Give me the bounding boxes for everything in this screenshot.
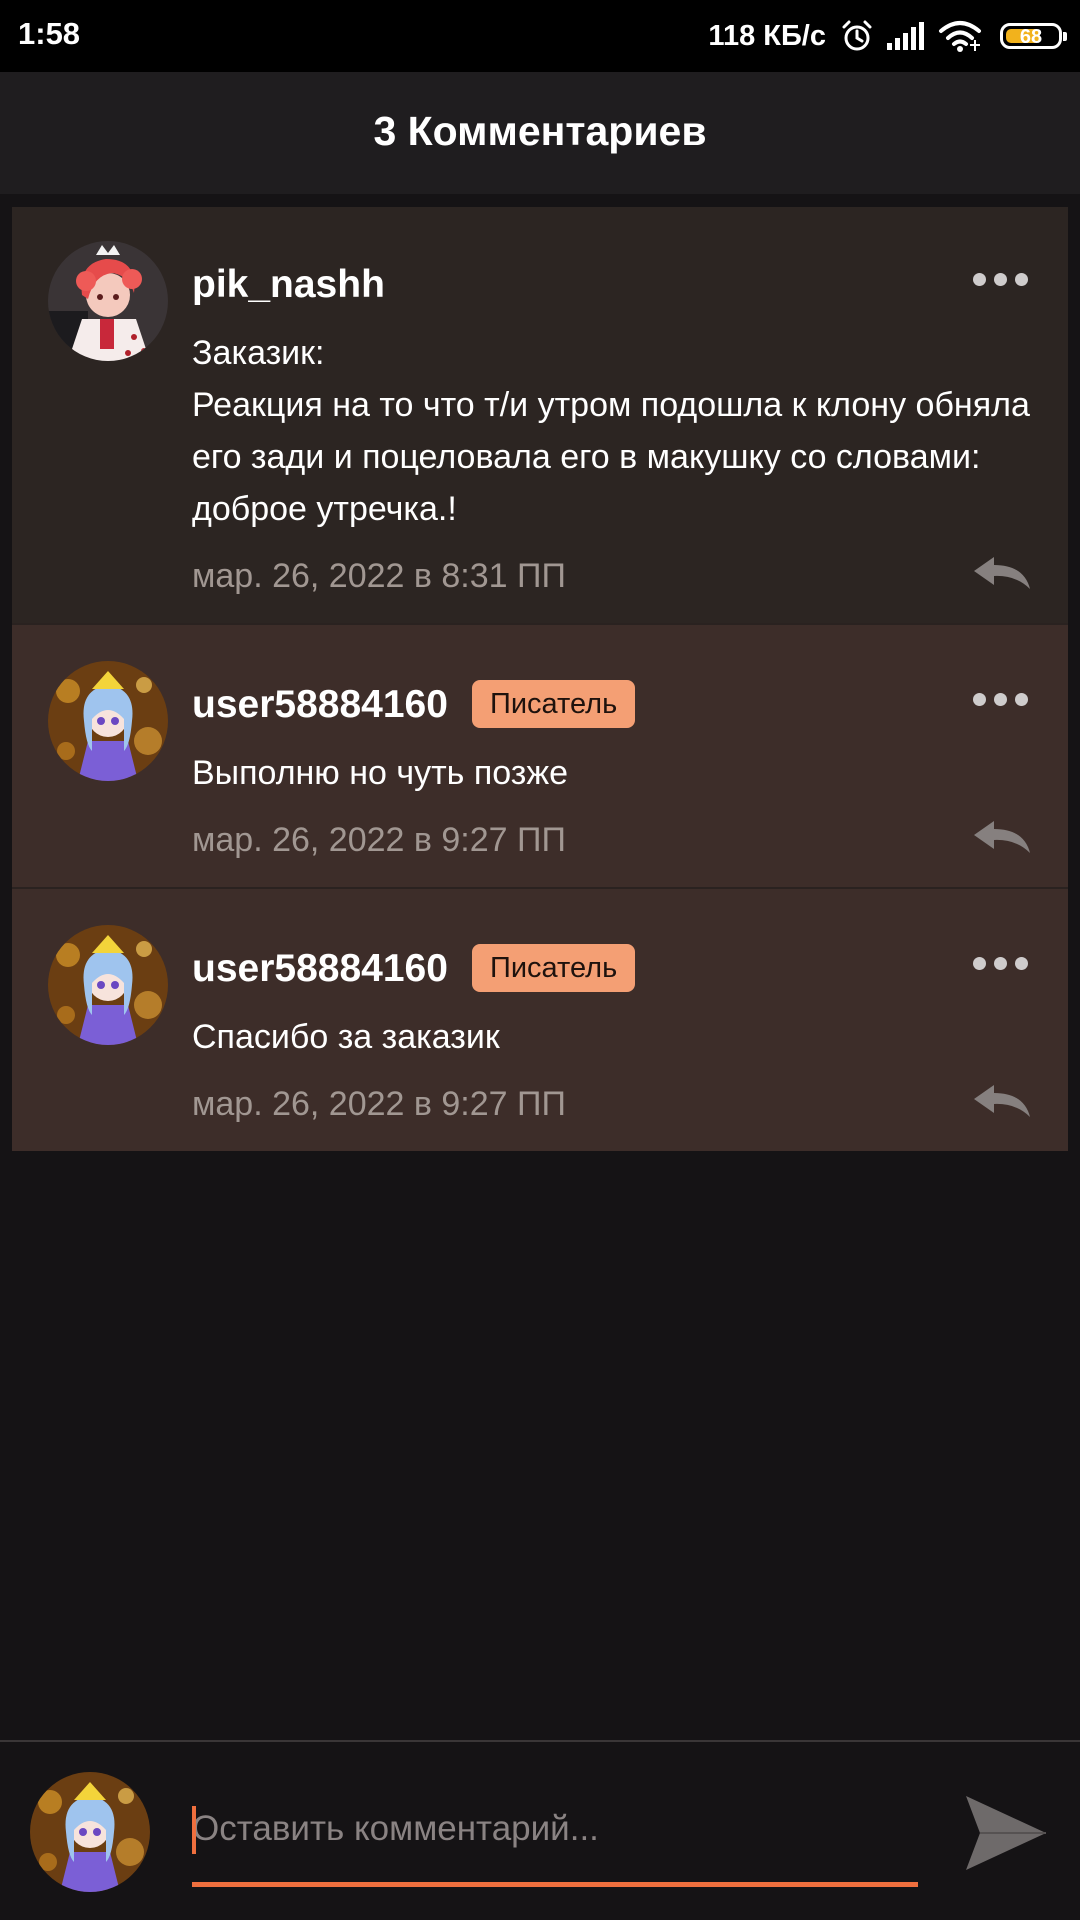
- status-icons: 118 КБ/с 68: [708, 14, 1067, 58]
- more-options-icon[interactable]: [973, 693, 1028, 706]
- reply-icon[interactable]: [970, 553, 1032, 593]
- signal-icon: [887, 22, 924, 50]
- comment-list: pik_nashh Заказик: Реакция на то что т/и…: [12, 207, 1068, 1151]
- comment-text: Спасибо за заказик: [192, 1018, 500, 1056]
- comment-date: мар. 26, 2022 в 9:27 ПП: [192, 1085, 566, 1123]
- status-bar: 1:58 118 КБ/с 68: [0, 0, 1080, 72]
- page-title: 3 Комментариев: [373, 108, 707, 154]
- header: 3 Комментариев: [0, 72, 1080, 194]
- comment-author[interactable]: user58884160: [192, 947, 448, 991]
- comment-author[interactable]: user58884160: [192, 683, 448, 727]
- comment-item: user58884160 Писатель Спасибо за заказик…: [12, 887, 1068, 1151]
- avatar-red-hair-icon[interactable]: [48, 241, 168, 361]
- comment-item: user58884160 Писатель Выполню но чуть по…: [12, 623, 1068, 887]
- writer-badge: Писатель: [472, 680, 636, 728]
- comment-input[interactable]: [192, 1800, 918, 1858]
- status-time: 1:58: [18, 16, 81, 51]
- more-options-icon[interactable]: [973, 273, 1028, 286]
- avatar-blue-hair-icon[interactable]: [48, 925, 168, 1045]
- send-icon[interactable]: [962, 1792, 1048, 1874]
- comment-author[interactable]: pik_nashh: [192, 263, 385, 307]
- comment-composer: [0, 1740, 1080, 1920]
- battery-icon: 68: [1000, 23, 1067, 49]
- comment-date: мар. 26, 2022 в 8:31 ПП: [192, 557, 566, 595]
- avatar-blue-hair-icon[interactable]: [48, 661, 168, 781]
- battery-level: 68: [1019, 26, 1043, 48]
- comment-text: Выполню но чуть позже: [192, 754, 569, 792]
- comment-item: pik_nashh Заказик: Реакция на то что т/и…: [12, 207, 1068, 623]
- alarm-icon: [842, 20, 872, 51]
- comment-text: Заказик: Реакция на то что т/и утром под…: [192, 334, 1030, 528]
- more-options-icon[interactable]: [973, 957, 1028, 970]
- text-cursor: [192, 1806, 196, 1854]
- reply-icon[interactable]: [970, 817, 1032, 857]
- comment-date: мар. 26, 2022 в 9:27 ПП: [192, 821, 566, 859]
- comments-screen: 1:58 118 КБ/с 68 3 Комментариев pik_nash…: [0, 0, 1080, 1920]
- network-speed: 118 КБ/с: [708, 19, 826, 52]
- reply-icon[interactable]: [970, 1081, 1032, 1121]
- avatar-blue-hair-icon: [30, 1772, 150, 1892]
- writer-badge: Писатель: [472, 944, 636, 992]
- input-underline: [192, 1882, 918, 1887]
- wifi-icon: [939, 21, 981, 52]
